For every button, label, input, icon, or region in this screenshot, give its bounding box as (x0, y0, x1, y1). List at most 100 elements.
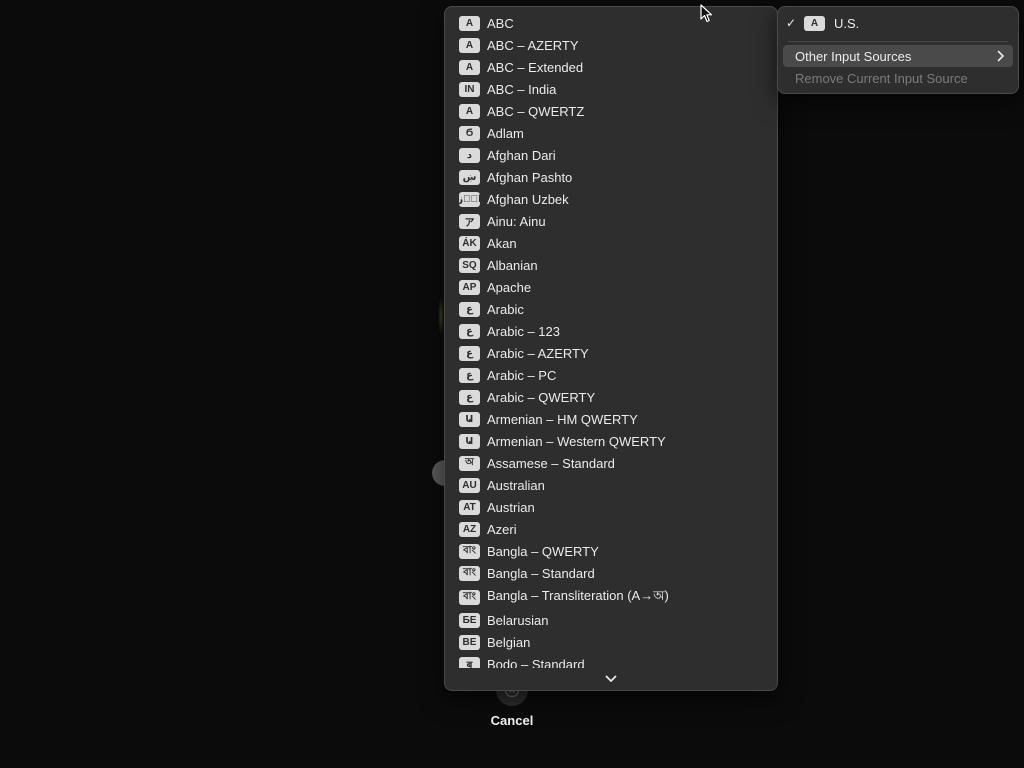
input-source-item[interactable]: د Afghan Dari (445, 144, 777, 166)
input-source-label: Albanian (487, 257, 538, 273)
input-source-item[interactable]: БЕ Belarusian (445, 609, 777, 631)
input-source-item[interactable]: IN ABC – India (445, 78, 777, 100)
input-source-label: Arabic (487, 301, 524, 317)
checkmark-icon: ✓ (785, 16, 797, 30)
input-source-item[interactable]: AP Apache (445, 276, 777, 298)
input-source-item[interactable]: A ABC – Extended (445, 56, 777, 78)
input-source-badge: БЕ (459, 612, 480, 628)
input-source-label: Belarusian (487, 612, 549, 628)
input-source-label: Armenian – HM QWERTY (487, 411, 638, 427)
remove-input-source-label: Remove Current Input Source (795, 70, 968, 86)
input-source-badge: Ա (459, 433, 480, 449)
input-source-item[interactable]: বাং Bangla – Transliteration (A→অ) (445, 586, 777, 608)
input-source-item[interactable]: Ա Armenian – HM QWERTY (445, 408, 777, 430)
input-source-item[interactable]: BE Belgian (445, 631, 777, 653)
input-source-item[interactable]: SQ Albanian (445, 254, 777, 276)
input-source-badge: A (804, 15, 825, 31)
input-source-item[interactable]: AU Australian (445, 474, 777, 496)
input-source-label: Azeri (487, 521, 517, 537)
input-source-badge: A (459, 59, 480, 75)
input-source-badge: বাং (459, 589, 480, 605)
input-source-item[interactable]: ア Ainu: Ainu (445, 210, 777, 232)
input-source-badge: ÁK (459, 235, 480, 251)
input-source-label: Australian (487, 477, 545, 493)
input-source-label: Arabic – QWERTY (487, 389, 596, 405)
input-source-item[interactable]: AZ Azeri (445, 518, 777, 540)
input-source-badge: ع (459, 301, 480, 317)
input-source-item[interactable]: A ABC – AZERTY (445, 34, 777, 56)
mouse-cursor-icon (700, 4, 713, 23)
input-source-item[interactable]: A ABC – QWERTZ (445, 100, 777, 122)
input-source-label: ABC – Extended (487, 59, 584, 75)
input-source-badge: ع (459, 389, 480, 405)
input-source-item[interactable]: বাং Bangla – QWERTY (445, 540, 777, 562)
screen: Cancel A ABC A ABC – AZERTY A ABC – Extended I… (0, 0, 1024, 768)
input-source-label: Belgian (487, 634, 531, 650)
input-source-label: Afghan Uzbek (487, 191, 569, 207)
input-source-badge: A (459, 103, 480, 119)
cancel-label[interactable]: Cancel (472, 713, 552, 728)
input-source-label: Arabic – AZERTY (487, 345, 589, 361)
input-source-label: Assamese – Standard (487, 455, 615, 471)
input-source-label: Austrian (487, 499, 535, 515)
input-source-label: ABC – AZERTY (487, 37, 579, 53)
input-source-badge: د (459, 147, 480, 163)
input-source-item[interactable]: ع Arabic – PC (445, 364, 777, 386)
input-source-badge: বাং (459, 543, 480, 559)
input-source-badge: SQ (459, 257, 480, 273)
input-source-item[interactable]: বাং Bangla – Standard (445, 562, 777, 584)
input-source-label: Bangla – QWERTY (487, 543, 599, 559)
other-input-sources-item[interactable]: Other Input Sources (783, 45, 1013, 67)
input-source-dropdown[interactable]: A ABC A ABC – AZERTY A ABC – Extended IN ABC – … (444, 6, 778, 691)
input-source-badge: BE (459, 634, 480, 650)
scroll-down-button[interactable] (445, 668, 777, 690)
current-input-source-label: U.S. (834, 15, 860, 31)
input-source-badge: ع (459, 323, 480, 339)
input-source-badge: ع (459, 367, 480, 383)
chevron-right-icon (997, 50, 1004, 62)
remove-input-source-item: Remove Current Input Source (783, 67, 1013, 89)
input-source-item[interactable]: ع Arabic – 123 (445, 320, 777, 342)
input-source-badge: A (459, 15, 480, 31)
input-source-badge: AZ (459, 521, 480, 537)
input-source-label: Afghan Pashto (487, 169, 573, 185)
input-source-item[interactable]: ع Arabic (445, 298, 777, 320)
other-input-sources-label: Other Input Sources (795, 48, 912, 64)
input-source-badge: অ (459, 455, 480, 471)
input-source-item[interactable]: A ABC (445, 12, 777, 34)
current-input-source-item[interactable]: ✓ A U.S. (783, 12, 1013, 34)
input-source-item[interactable]: অ Assamese – Standard (445, 452, 777, 474)
input-source-badge: ع (459, 345, 480, 361)
input-source-badge: Ա (459, 411, 480, 427)
input-source-item[interactable]: AT Austrian (445, 496, 777, 518)
input-source-label: Bangla – Transliteration (A→অ) (487, 587, 669, 603)
input-source-item[interactable]: ع Arabic – QWERTY (445, 386, 777, 408)
chevron-down-icon (605, 675, 617, 682)
input-source-badge: Ϭ (459, 125, 480, 141)
input-source-label: ABC – India (487, 81, 557, 97)
input-source-label: Ainu: Ainu (487, 213, 546, 229)
input-source-item[interactable]: ښ Afghan Pashto (445, 166, 777, 188)
input-source-label: ABC – QWERTZ (487, 103, 585, 119)
input-source-item[interactable]: Ϭ Adlam (445, 122, 777, 144)
input-source-label: Afghan Dari (487, 147, 556, 163)
input-source-badge: اوٛز (457, 191, 482, 207)
input-source-badge: AP (459, 279, 480, 295)
input-source-item[interactable]: ع Arabic – AZERTY (445, 342, 777, 364)
input-source-item[interactable]: اوٛز Afghan Uzbek (445, 188, 777, 210)
input-source-label: Akan (487, 235, 517, 251)
menu-divider (788, 41, 1008, 42)
input-source-badge: A (459, 37, 480, 53)
input-source-badge: ښ (459, 169, 480, 185)
input-source-label: Arabic – 123 (487, 323, 560, 339)
input-source-label: Apache (487, 279, 532, 295)
input-source-badge: AU (459, 477, 480, 493)
input-source-badge: AT (459, 499, 480, 515)
input-source-item[interactable]: Ա Armenian – Western QWERTY (445, 430, 777, 452)
input-source-item[interactable]: ÁK Akan (445, 232, 777, 254)
input-source-label: Arabic – PC (487, 367, 557, 383)
input-source-submenu[interactable]: ✓ A U.S. Other Input Sources Remove Curr… (777, 6, 1019, 94)
input-source-badge: ア (459, 213, 480, 229)
input-source-label: ABC (487, 15, 514, 31)
input-source-badge: IN (459, 81, 480, 97)
